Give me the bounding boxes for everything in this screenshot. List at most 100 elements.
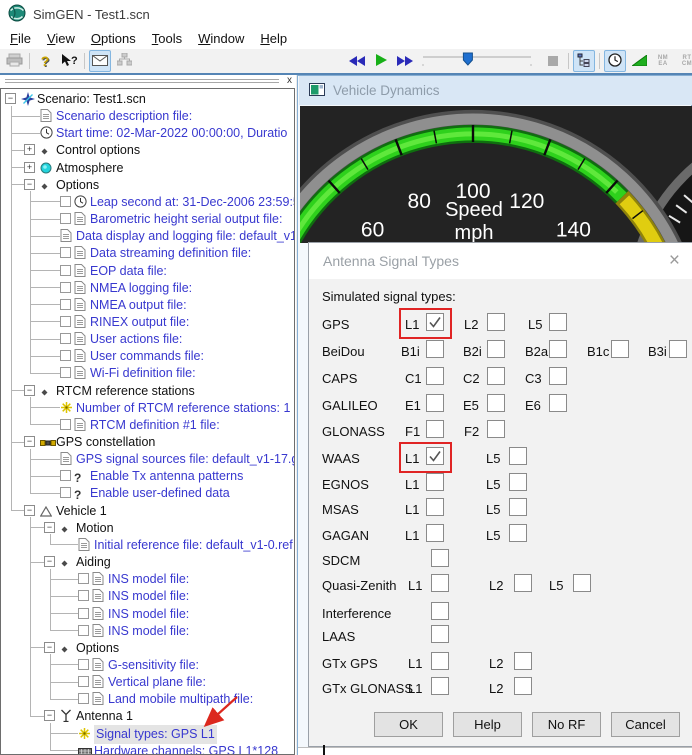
tree-view-button[interactable] (573, 50, 595, 72)
tree-item-checkbox[interactable] (60, 265, 71, 276)
tree-item-wi-fi-definition-file[interactable]: Wi-Fi definition file: (1, 364, 294, 381)
laas-checkbox[interactable] (431, 625, 449, 643)
playback-slider[interactable] (418, 50, 540, 72)
menu-view[interactable]: View (39, 29, 83, 48)
tree-item-checkbox[interactable] (60, 316, 71, 327)
tree-item-checkbox[interactable] (60, 196, 71, 207)
collapse-icon[interactable]: − (44, 522, 55, 533)
expand-icon[interactable]: + (24, 144, 35, 155)
tree-item-ins-model-file[interactable]: INS model file: (1, 622, 294, 639)
tree-item-vertical-plane-file[interactable]: Vertical plane file: (1, 673, 294, 690)
cancel-button[interactable]: Cancel (611, 712, 680, 737)
tree-item-checkbox[interactable] (78, 590, 89, 601)
glonass-f2-checkbox[interactable] (487, 420, 505, 438)
tree-item-rinex-output-file[interactable]: RINEX output file: (1, 313, 294, 330)
expand-icon[interactable]: + (24, 162, 35, 173)
tree-item-checkbox[interactable] (60, 299, 71, 310)
tree-item-data-display-and-logging-file-default-v1[interactable]: Data display and logging file: default_v… (1, 227, 294, 244)
galileo-e6-checkbox[interactable] (549, 394, 567, 412)
beidou-b1i-checkbox[interactable] (426, 340, 444, 358)
collapse-icon[interactable]: − (44, 556, 55, 567)
tree-item-checkbox[interactable] (78, 625, 89, 636)
collapse-icon[interactable]: − (44, 642, 55, 653)
dialog-titlebar[interactable]: Antenna Signal Types (309, 243, 692, 279)
egnos-l1-checkbox[interactable] (426, 473, 444, 491)
galileo-e1-checkbox[interactable] (426, 394, 444, 412)
gps-l2-checkbox[interactable] (487, 313, 505, 331)
caps-c2-checkbox[interactable] (487, 367, 505, 385)
tree-item-nmea-logging-file[interactable]: NMEA logging file: (1, 279, 294, 296)
fast-forward-button[interactable] (394, 50, 416, 72)
tree-item-motion[interactable]: −Motion (1, 519, 294, 536)
help-button[interactable]: Help (453, 712, 522, 737)
tree-item-initial-reference-file-default-v1-0-ref[interactable]: Initial reference file: default_v1-0.ref (1, 536, 294, 553)
menu-file[interactable]: File (2, 29, 39, 48)
tree-item-checkbox[interactable] (60, 419, 71, 430)
tree-item-options[interactable]: −Options (1, 639, 294, 656)
quasi-zenith-l5-checkbox[interactable] (573, 574, 591, 592)
collapse-icon[interactable]: − (24, 436, 35, 447)
tree-item-data-streaming-definition-file[interactable]: Data streaming definition file: (1, 244, 294, 261)
tree-item-ins-model-file[interactable]: INS model file: (1, 605, 294, 622)
tree-item-g-sensitivity-file[interactable]: G-sensitivity file: (1, 656, 294, 673)
tree-item-checkbox[interactable] (60, 470, 71, 481)
tree-item-checkbox[interactable] (60, 350, 71, 361)
context-help-button[interactable]: ? (58, 50, 80, 72)
close-icon[interactable]: × (669, 251, 680, 270)
menu-tools[interactable]: Tools (144, 29, 190, 48)
tree-item-user-actions-file[interactable]: User actions file: (1, 330, 294, 347)
tree-item-user-commands-file[interactable]: User commands file: (1, 347, 294, 364)
gps-l5-checkbox[interactable] (549, 313, 567, 331)
waas-l5-checkbox[interactable] (509, 447, 527, 465)
glonass-f1-checkbox[interactable] (426, 420, 444, 438)
tree-panel-header[interactable]: x (0, 75, 296, 88)
no-rf-button[interactable]: No RF (532, 712, 601, 737)
tree-item-leap-second-at-31-dec-2006-23-59-5[interactable]: Leap second at: 31-Dec-2006 23:59:5 (1, 193, 294, 210)
tree-item-checkbox[interactable] (78, 573, 89, 584)
tree-item-ins-model-file[interactable]: INS model file: (1, 587, 294, 604)
gtx-glonass-l1-checkbox[interactable] (431, 677, 449, 695)
tree-item-gps-signal-sources-file-default-v1-17-gp[interactable]: GPS signal sources file: default_v1-17.g… (1, 450, 294, 467)
tree-item-scenario-description-file[interactable]: Scenario description file: (1, 107, 294, 124)
play-button[interactable] (370, 50, 392, 72)
caps-c1-checkbox[interactable] (426, 367, 444, 385)
close-panel-icon[interactable]: x (287, 75, 292, 87)
menu-window[interactable]: Window (190, 29, 252, 48)
rewind-button[interactable] (346, 50, 368, 72)
gtx-gps-l2-checkbox[interactable] (514, 652, 532, 670)
tree-item-start-time-02-mar-2022-00-00-00-duratio[interactable]: Start time: 02-Mar-2022 00:00:00, Durati… (1, 124, 294, 141)
tree-item-checkbox[interactable] (60, 247, 71, 258)
collapse-icon[interactable]: − (5, 93, 16, 104)
menu-help[interactable]: Help (252, 29, 295, 48)
tree-item-options[interactable]: −Options (1, 176, 294, 193)
msas-l5-checkbox[interactable] (509, 498, 527, 516)
beidou-b1c-checkbox[interactable] (611, 340, 629, 358)
interference-checkbox[interactable] (431, 602, 449, 620)
collapse-icon[interactable]: − (44, 710, 55, 721)
tree-item-rtcm-reference-stations[interactable]: −RTCM reference stations (1, 382, 294, 399)
tree-item-signal-types-gps-l1[interactable]: Signal types: GPS L1 (1, 725, 294, 742)
mail-button[interactable] (89, 50, 111, 72)
tree-item-checkbox[interactable] (78, 676, 89, 687)
tree-item-vehicle-1[interactable]: −Vehicle 1 (1, 502, 294, 519)
gtx-gps-l1-checkbox[interactable] (431, 652, 449, 670)
tree-item-scenario-test1-scn[interactable]: −Scenario: Test1.scn (1, 90, 294, 107)
tree-item-checkbox[interactable] (60, 213, 71, 224)
tree-item-enable-tx-antenna-patterns[interactable]: ?Enable Tx antenna patterns (1, 467, 294, 484)
tree-item-checkbox[interactable] (60, 282, 71, 293)
caps-c3-checkbox[interactable] (549, 367, 567, 385)
gagan-l5-checkbox[interactable] (509, 524, 527, 542)
vehicle-dynamics-titlebar[interactable]: Vehicle Dynamics (299, 76, 692, 105)
tree-item-barometric-height-serial-output-file[interactable]: Barometric height serial output file: (1, 210, 294, 227)
help-button[interactable]: ? (34, 50, 56, 72)
tree-item-number-of-rtcm-reference-stations-1[interactable]: Number of RTCM reference stations: 1 (1, 399, 294, 416)
tree-item-enable-user-defined-data[interactable]: ?Enable user-defined data (1, 484, 294, 501)
tree-item-aiding[interactable]: −Aiding (1, 553, 294, 570)
tree-item-control-options[interactable]: +Control options (1, 141, 294, 158)
gagan-l1-checkbox[interactable] (426, 524, 444, 542)
tree-item-checkbox[interactable] (78, 659, 89, 670)
msas-l1-checkbox[interactable] (426, 498, 444, 516)
beidou-b3i-checkbox[interactable] (669, 340, 687, 358)
tree-item-checkbox[interactable] (78, 608, 89, 619)
menu-options[interactable]: Options (83, 29, 144, 48)
